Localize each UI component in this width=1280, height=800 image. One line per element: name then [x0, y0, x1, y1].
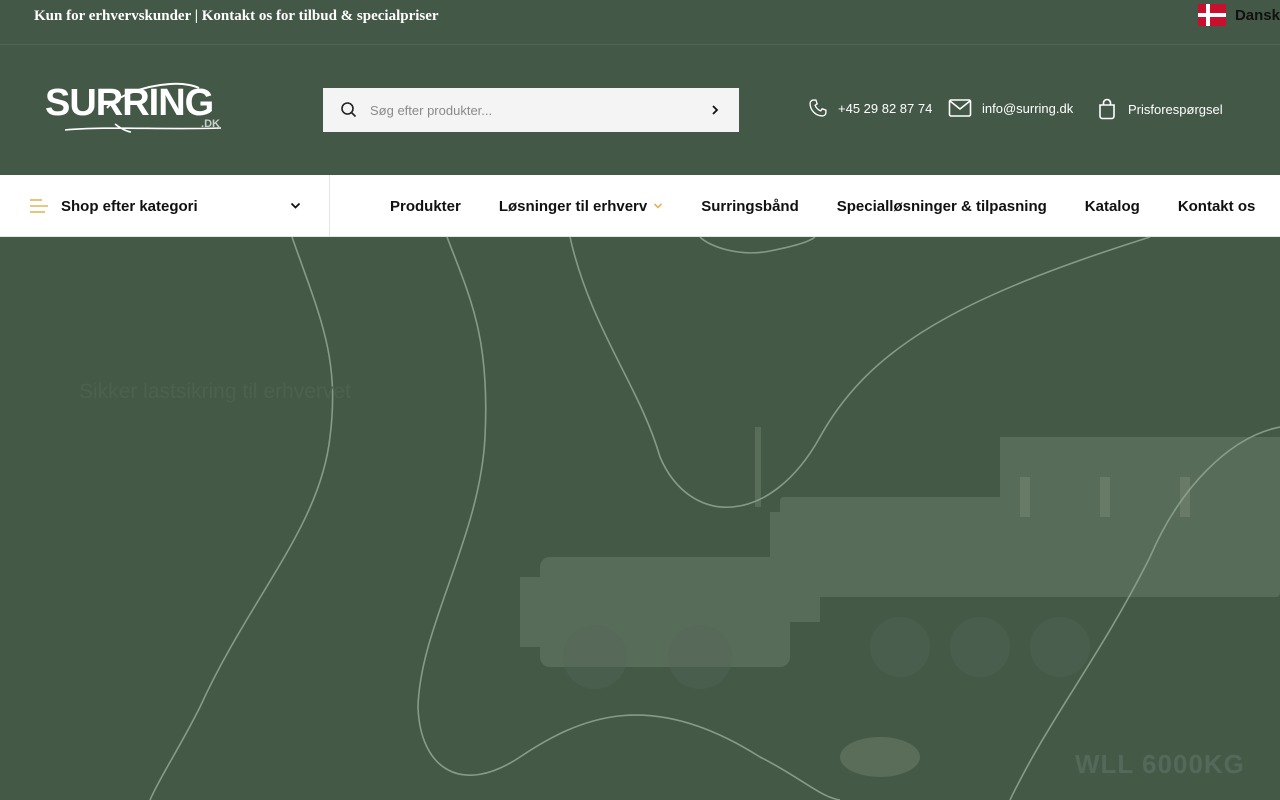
mail-icon [948, 99, 972, 117]
chevron-down-icon [290, 202, 301, 209]
hero-truck-illustration [149, 237, 1280, 800]
chevron-right-icon [712, 105, 719, 115]
top-bar: Kun for erhvervskunder | Kontakt os for … [0, 0, 1280, 45]
logo-text: SURRING [45, 82, 214, 124]
hero-banner: Sikker lastsikring til erhvervet WLL 600… [0, 237, 1280, 800]
nav-item-label: Specialløsninger & tilpasning [836, 197, 1047, 215]
category-menu-button[interactable]: Shop efter kategori [0, 175, 330, 237]
nav-item-loesninger[interactable]: Løsninger til erhverv [499, 198, 663, 215]
nav-item-label: Kontakt os [1177, 197, 1256, 215]
shopping-bag-icon [1099, 98, 1115, 120]
search-submit-button[interactable] [705, 100, 725, 120]
category-menu-label: Shop efter kategori [61, 197, 198, 215]
phone-link[interactable]: +45 29 82 87 74 [808, 98, 932, 118]
quote-request-label: Prisforespørgsel [1128, 101, 1223, 117]
email-link[interactable]: info@surring.dk [948, 98, 1073, 118]
hero-heading: Sikker lastsikring til erhvervet [79, 380, 351, 403]
email-address: info@surring.dk [982, 100, 1074, 116]
logo[interactable]: SURRING .DK [45, 78, 225, 138]
nav-item-kontakt[interactable]: Kontakt os [1178, 198, 1256, 215]
main-nav: Shop efter kategori Produkter Løsninger … [0, 175, 1280, 237]
search-icon [341, 102, 357, 118]
nav-item-label: Produkter [390, 197, 461, 215]
header: SURRING .DK +45 29 82 87 74 info@surring… [0, 46, 1280, 175]
nav-links: Produkter Løsninger til erhverv Surrings… [390, 175, 1255, 237]
nav-item-katalog[interactable]: Katalog [1085, 198, 1140, 215]
nav-item-label: Surringsbånd [701, 197, 799, 215]
nav-item-label: Løsninger til erhverv [498, 197, 648, 215]
menu-icon [30, 199, 48, 213]
denmark-flag-icon [1197, 4, 1226, 26]
hero-load-tag: WLL 6000KG [1075, 749, 1245, 779]
topbar-notice: Kun for erhvervskunder | Kontakt os for … [34, 8, 439, 24]
language-label: Dansk [1234, 6, 1280, 24]
language-switcher[interactable]: Dansk [1197, 4, 1280, 26]
search-input[interactable] [370, 88, 690, 132]
search-bar [323, 88, 739, 132]
nav-item-specialloesninger[interactable]: Specialløsninger & tilpasning [837, 198, 1047, 215]
quote-request-link[interactable]: Prisforespørgsel [1096, 98, 1223, 120]
phone-number: +45 29 82 87 74 [838, 100, 933, 116]
chevron-down-icon [654, 203, 663, 209]
phone-icon [809, 99, 827, 117]
nav-item-surringsbaand[interactable]: Surringsbånd [701, 198, 799, 215]
nav-item-produkter[interactable]: Produkter [390, 198, 461, 215]
nav-item-label: Katalog [1084, 197, 1140, 215]
logo-domain: .DK [201, 118, 220, 130]
